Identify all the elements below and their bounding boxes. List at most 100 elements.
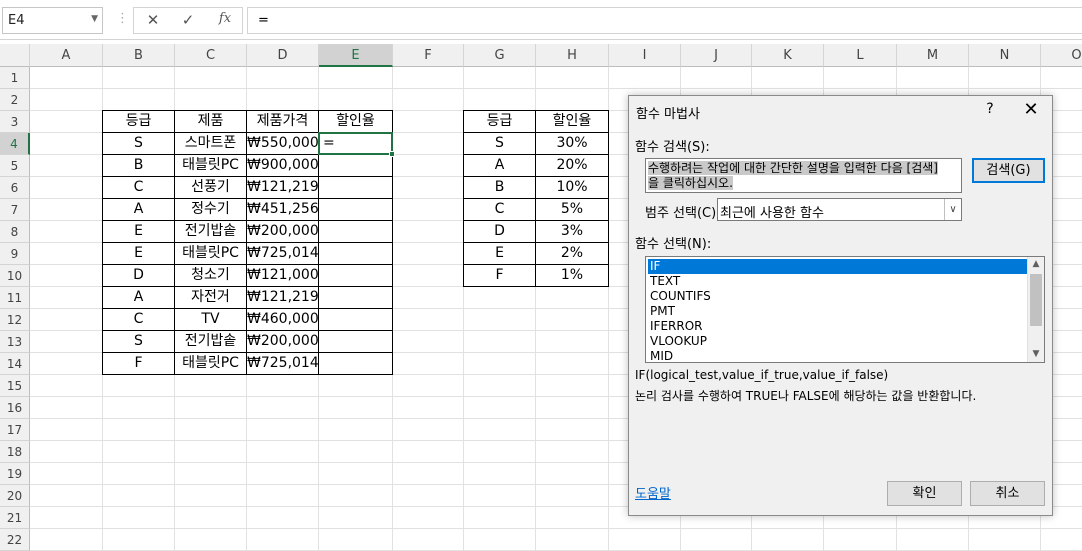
table1-cell[interactable]: ₩451,256 <box>246 198 319 221</box>
row-header-7[interactable]: 7 <box>0 199 30 221</box>
table1-cell[interactable]: ₩121,219 <box>246 286 319 309</box>
table1-cell[interactable]: ₩550,000 <box>246 132 319 155</box>
table1-cell[interactable]: A <box>102 286 175 309</box>
row-header-10[interactable]: 10 <box>0 265 30 287</box>
table1-cell[interactable]: 태블릿PC <box>174 154 247 177</box>
column-header-o[interactable]: O <box>1041 44 1082 67</box>
table1-cell[interactable]: 태블릿PC <box>174 352 247 375</box>
row-header-15[interactable]: 15 <box>0 375 30 397</box>
table1-cell[interactable]: S <box>102 330 175 353</box>
table1-cell[interactable] <box>318 220 393 243</box>
row-header-17[interactable]: 17 <box>0 419 30 441</box>
fill-handle[interactable] <box>389 151 395 157</box>
column-header-l[interactable]: L <box>824 44 897 67</box>
table1-cell[interactable]: D <box>102 264 175 287</box>
table2-cell[interactable]: C <box>463 198 536 221</box>
column-header-i[interactable]: I <box>609 44 681 67</box>
scroll-down-icon[interactable]: ▼ <box>1028 347 1044 362</box>
row-header-6[interactable]: 6 <box>0 177 30 199</box>
table1-cell[interactable]: S <box>102 132 175 155</box>
table1-cell[interactable]: 정수기 <box>174 198 247 221</box>
function-item[interactable]: PMT <box>648 304 1028 319</box>
table2-cell[interactable]: 20% <box>535 154 609 177</box>
active-cell-border[interactable] <box>318 132 395 157</box>
function-list[interactable]: MID VLOOKUP IFERROR PMT COUNTIFS TEXT IF ▲ ▼ <box>645 256 1045 363</box>
name-box[interactable]: E4 ▼ <box>2 7 103 34</box>
row-header-2[interactable]: 2 <box>0 89 30 111</box>
table2-cell[interactable]: 1% <box>535 264 609 287</box>
table2-cell[interactable]: E <box>463 242 536 265</box>
formula-input[interactable]: = <box>247 7 1082 34</box>
table2-cell[interactable]: A <box>463 154 536 177</box>
scroll-thumb[interactable] <box>1030 274 1042 326</box>
search-button[interactable]: 검색(G) <box>972 158 1045 183</box>
function-item[interactable]: TEXT <box>648 274 1028 289</box>
cancel-icon[interactable]: ✕ <box>142 11 164 31</box>
table2-cell[interactable]: D <box>463 220 536 243</box>
table1-cell[interactable]: ₩725,014 <box>246 242 319 265</box>
table2-cell[interactable]: B <box>463 176 536 199</box>
table1-cell[interactable] <box>318 154 393 177</box>
column-header-k[interactable]: K <box>752 44 824 67</box>
column-header-d[interactable]: D <box>247 44 319 67</box>
table1-cell[interactable]: B <box>102 154 175 177</box>
column-header-e[interactable]: E <box>319 44 393 67</box>
table1-header[interactable]: 할인율 <box>318 110 393 133</box>
table2-header[interactable]: 등급 <box>463 110 536 133</box>
row-header-16[interactable]: 16 <box>0 397 30 419</box>
row-header-19[interactable]: 19 <box>0 463 30 485</box>
table1-cell[interactable]: A <box>102 198 175 221</box>
function-list-scrollbar[interactable]: ▲ ▼ <box>1027 257 1044 362</box>
table1-cell[interactable]: 스마트폰 <box>174 132 247 155</box>
table2-cell[interactable]: S <box>463 132 536 155</box>
table1-cell[interactable] <box>318 330 393 353</box>
table1-cell[interactable]: E <box>102 242 175 265</box>
table1-cell[interactable] <box>318 198 393 221</box>
select-all-corner[interactable] <box>0 44 30 67</box>
table1-header[interactable]: 제품 <box>174 110 247 133</box>
table1-cell[interactable] <box>318 286 393 309</box>
row-header-21[interactable]: 21 <box>0 507 30 529</box>
table1-cell[interactable]: ₩460,000 <box>246 308 319 331</box>
row-header-8[interactable]: 8 <box>0 221 30 243</box>
table1-cell[interactable]: 자전거 <box>174 286 247 309</box>
table1-cell[interactable] <box>318 308 393 331</box>
table1-cell[interactable]: C <box>102 308 175 331</box>
table2-cell[interactable]: 10% <box>535 176 609 199</box>
row-header-5[interactable]: 5 <box>0 155 30 177</box>
column-header-g[interactable]: G <box>464 44 536 67</box>
help-icon[interactable]: ? <box>980 101 1000 117</box>
table2-cell[interactable]: 5% <box>535 198 609 221</box>
enter-icon[interactable]: ✓ <box>177 11 199 31</box>
row-header-4[interactable]: 4 <box>0 133 30 155</box>
column-header-c[interactable]: C <box>175 44 247 67</box>
table1-cell[interactable]: 전기밥솥 <box>174 220 247 243</box>
table2-cell[interactable]: 3% <box>535 220 609 243</box>
table1-cell[interactable]: 태블릿PC <box>174 242 247 265</box>
table1-cell[interactable]: ₩900,000 <box>246 154 319 177</box>
row-header-14[interactable]: 14 <box>0 353 30 375</box>
table1-cell[interactable] <box>318 264 393 287</box>
function-item[interactable]: IF <box>648 259 1028 274</box>
drag-handle-icon[interactable]: ⋮ <box>116 11 129 26</box>
table1-header[interactable]: 등급 <box>102 110 175 133</box>
function-item[interactable]: IFERROR <box>648 319 1028 334</box>
row-header-18[interactable]: 18 <box>0 441 30 463</box>
table1-cell[interactable] <box>318 176 393 199</box>
function-item[interactable]: COUNTIFS <box>648 289 1028 304</box>
table1-cell[interactable]: TV <box>174 308 247 331</box>
row-header-20[interactable]: 20 <box>0 485 30 507</box>
table2-cell[interactable]: 2% <box>535 242 609 265</box>
table1-cell[interactable] <box>318 352 393 375</box>
table1-cell[interactable]: ₩121,000 <box>246 264 319 287</box>
table2-header[interactable]: 할인율 <box>535 110 609 133</box>
table1-cell[interactable]: ₩725,014 <box>246 352 319 375</box>
row-header-3[interactable]: 3 <box>0 111 30 133</box>
column-header-j[interactable]: J <box>681 44 752 67</box>
insert-function-icon[interactable]: fx <box>214 11 236 31</box>
chevron-down-icon[interactable]: ∨ <box>944 199 961 220</box>
table1-cell[interactable]: 선풍기 <box>174 176 247 199</box>
row-header-11[interactable]: 11 <box>0 287 30 309</box>
column-header-b[interactable]: B <box>103 44 175 67</box>
table1-cell[interactable]: C <box>102 176 175 199</box>
